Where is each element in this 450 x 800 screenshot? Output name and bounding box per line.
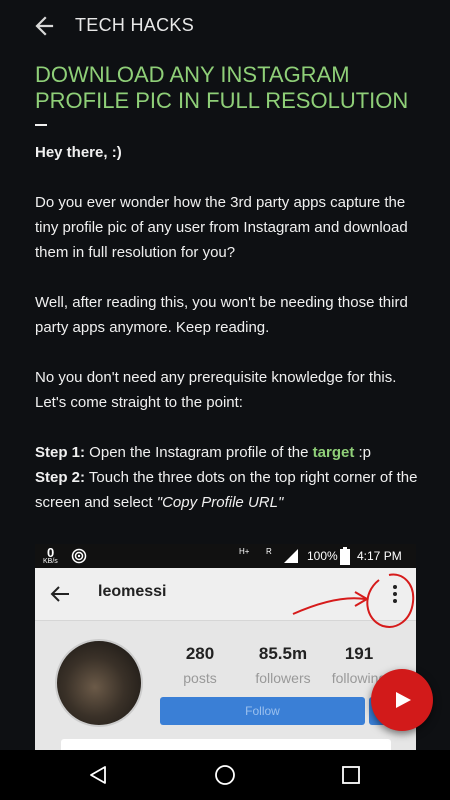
article-title: DOWNLOAD ANY INSTAGRAM PROFILE PIC IN FU… [35, 62, 409, 113]
article-body: DOWNLOAD ANY INSTAGRAM PROFILE PIC IN FU… [35, 62, 420, 515]
title-divider [35, 124, 47, 126]
target-link[interactable]: target [313, 444, 355, 461]
app-bar: TECH HACKS [0, 0, 450, 52]
play-video-button[interactable] [371, 669, 433, 731]
paragraph-1: Do you ever wonder how the 3rd party app… [35, 194, 408, 261]
greeting-text: Hey there, :) [35, 144, 122, 161]
step-1: Step 1: Open the Instagram profile of th… [35, 440, 420, 465]
play-icon [396, 692, 411, 708]
nav-home-icon[interactable] [214, 764, 236, 786]
nav-back-icon[interactable] [88, 765, 108, 785]
instagram-screenshot-image: 0 KB/s H+ R 100% 4:17 PM leomessi 280 po… [35, 544, 416, 750]
paragraph-3: No you don't need any prerequisite knowl… [35, 369, 397, 411]
step-1-text: Open the Instagram profile of the [85, 444, 313, 461]
system-nav-bar [0, 750, 450, 800]
back-arrow-icon[interactable] [30, 12, 60, 40]
nav-recents-icon[interactable] [342, 766, 360, 784]
step-2-quote: "Copy Profile URL" [156, 494, 284, 511]
step-2-label: Step 2: [35, 469, 86, 486]
step-1-label: Step 1: [35, 444, 86, 461]
paragraph-2: Well, after reading this, you won't be n… [35, 294, 408, 336]
red-annotation-icon [292, 573, 415, 628]
step-2: Step 2: Touch the three dots on the top … [35, 465, 420, 515]
app-title: TECH HACKS [75, 15, 195, 35]
step-1-end: :p [354, 444, 372, 461]
